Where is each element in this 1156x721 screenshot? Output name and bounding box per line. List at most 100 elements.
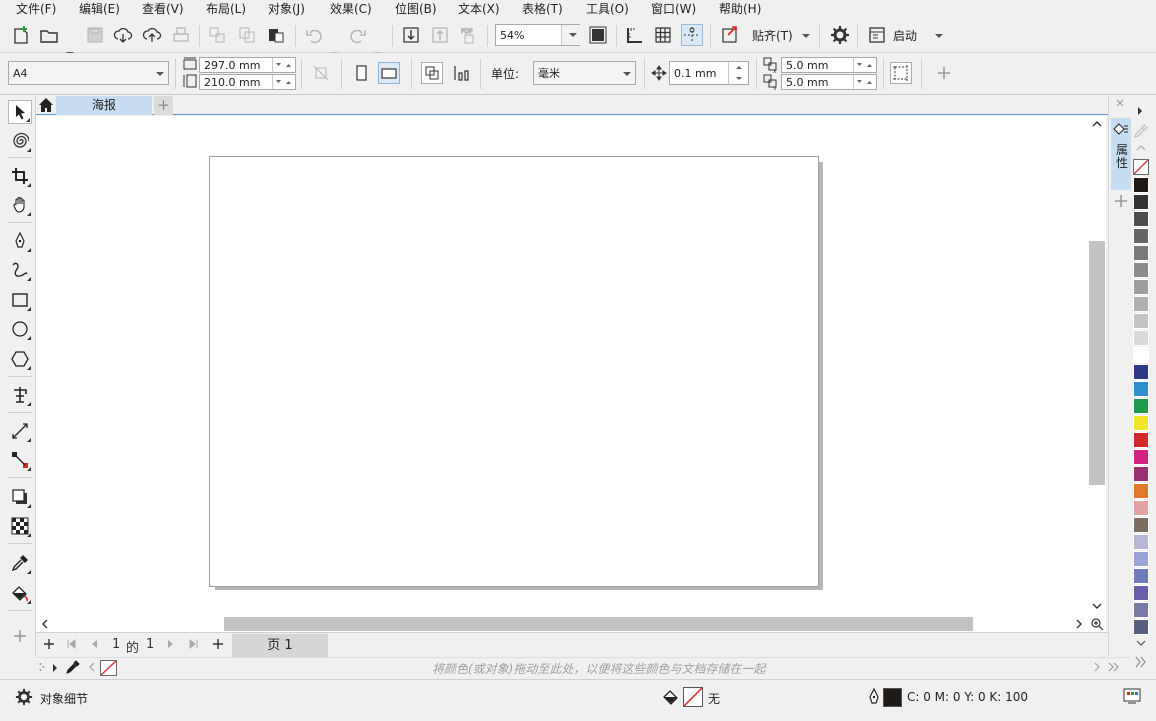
nudge-distance-spinner[interactable] <box>728 62 750 84</box>
pen-tool-icon[interactable] <box>8 229 32 253</box>
treat-as-filled-icon[interactable] <box>890 62 912 84</box>
outline-color-swatch[interactable] <box>883 688 902 707</box>
tab-poster[interactable]: 海报 <box>56 96 152 115</box>
scroll-up-icon[interactable] <box>1091 119 1103 129</box>
object-details-gear-icon[interactable] <box>15 688 33 706</box>
page-width-spinner[interactable] <box>272 58 294 72</box>
snap-to-dropdown-icon[interactable] <box>802 34 810 38</box>
previous-page-icon[interactable] <box>89 639 99 649</box>
palette-swatch[interactable] <box>1133 347 1149 363</box>
home-tab-icon[interactable] <box>38 97 54 113</box>
unit-dropdown-icon[interactable] <box>623 72 631 76</box>
palette-scroll-left-icon[interactable] <box>88 662 96 672</box>
launch-dropdown-icon[interactable] <box>935 34 943 38</box>
palette-swatch[interactable] <box>1133 313 1149 329</box>
show-grid-icon[interactable] <box>652 24 674 46</box>
last-page-icon[interactable] <box>189 639 199 649</box>
palette-swatch[interactable] <box>1133 483 1149 499</box>
palette-swatch[interactable] <box>1133 602 1149 618</box>
docker-tab-properties[interactable]: 属性 <box>1111 118 1131 190</box>
export-icon[interactable] <box>429 24 451 46</box>
fill-none-swatch[interactable] <box>683 687 703 707</box>
menu-layout[interactable]: 布局(L) <box>206 0 246 18</box>
interactive-fill-tool-icon[interactable] <box>8 581 32 605</box>
vertical-scrollbar[interactable] <box>1088 116 1106 616</box>
new-tab-button[interactable]: + <box>154 96 173 115</box>
horizontal-scrollbar[interactable] <box>36 616 1106 632</box>
palette-swatch[interactable] <box>1133 296 1149 312</box>
transparency-tool-icon[interactable] <box>8 514 32 538</box>
eyedropper-tool-icon[interactable] <box>8 551 32 575</box>
page-height-spinner[interactable] <box>272 75 294 89</box>
palette-swatch[interactable] <box>1133 619 1149 635</box>
palette-swatch[interactable] <box>1133 279 1149 295</box>
palette-swatch[interactable] <box>1133 194 1149 210</box>
zoom-dropdown-button[interactable] <box>561 25 583 45</box>
palette-eyedropper-icon[interactable] <box>1134 124 1148 138</box>
palette-swatch[interactable] <box>1133 568 1149 584</box>
duplicate-x-spinner[interactable] <box>853 58 875 72</box>
redo-icon[interactable] <box>347 24 369 46</box>
add-property-icon[interactable] <box>933 62 955 84</box>
palette-swatch[interactable] <box>1133 228 1149 244</box>
menu-edit[interactable]: 编辑(E) <box>79 0 120 18</box>
page-size-dropdown-icon[interactable] <box>156 72 164 76</box>
palette-swatch[interactable] <box>1133 398 1149 414</box>
object-details-label[interactable]: 对象细节 <box>40 690 88 707</box>
landscape-icon[interactable] <box>378 62 400 84</box>
palette-swatch[interactable] <box>1133 585 1149 601</box>
palette-swatch[interactable] <box>1133 381 1149 397</box>
cloud-import-icon[interactable] <box>112 24 134 46</box>
palette-scroll-up-icon[interactable] <box>1135 144 1147 152</box>
undo-icon[interactable] <box>303 24 325 46</box>
menu-help[interactable]: 帮助(H) <box>719 0 761 18</box>
vertical-scroll-thumb[interactable] <box>1089 241 1105 485</box>
spiral-tool-icon[interactable] <box>8 129 32 153</box>
save-icon[interactable] <box>84 24 106 46</box>
unit-select[interactable]: 毫米 <box>533 61 636 85</box>
text-tool-icon[interactable] <box>8 383 32 407</box>
palette-swatch[interactable] <box>1133 245 1149 261</box>
docker-close-icon[interactable] <box>1115 98 1125 108</box>
menu-text[interactable]: 文本(X) <box>458 0 500 18</box>
drop-shadow-tool-icon[interactable] <box>8 485 32 509</box>
full-screen-icon[interactable] <box>587 24 609 46</box>
launch-label[interactable]: 启动 <box>893 27 917 44</box>
page-size-select[interactable]: A4 <box>8 61 169 85</box>
launch-app-icon[interactable] <box>866 24 888 46</box>
docker-add-icon[interactable] <box>1114 194 1128 208</box>
no-color-swatch[interactable] <box>100 660 117 676</box>
polygon-tool-icon[interactable] <box>8 347 32 371</box>
add-tool-icon[interactable] <box>8 624 32 648</box>
palette-swatch[interactable] <box>1133 551 1149 567</box>
show-rulers-icon[interactable] <box>624 24 646 46</box>
menu-tools[interactable]: 工具(O) <box>586 0 629 18</box>
palette-options-icon[interactable] <box>1135 656 1147 668</box>
crop-tool-icon[interactable] <box>8 164 32 188</box>
menu-effects[interactable]: 效果(C) <box>330 0 372 18</box>
menu-bitmaps[interactable]: 位图(B) <box>395 0 437 18</box>
palette-flyout-icon[interactable] <box>1136 106 1144 116</box>
palette-swatch[interactable] <box>1133 415 1149 431</box>
export-pdf-icon[interactable]: PDF <box>458 24 480 46</box>
palette-scroll-right-icon[interactable] <box>1093 662 1101 672</box>
new-document-icon[interactable] <box>10 24 32 46</box>
document-page[interactable] <box>209 156 819 587</box>
menu-object[interactable]: 对象(J) <box>268 0 305 18</box>
scroll-down-icon[interactable] <box>1091 601 1103 611</box>
rectangle-tool-icon[interactable] <box>8 288 32 312</box>
snap-off-icon[interactable] <box>719 24 741 46</box>
palette-swatch[interactable] <box>1133 534 1149 550</box>
copy-icon[interactable] <box>236 24 258 46</box>
document-palette-eyedropper-icon[interactable] <box>66 660 80 674</box>
cloud-export-icon[interactable] <box>141 24 163 46</box>
paste-icon[interactable] <box>265 24 287 46</box>
freehand-tool-icon[interactable] <box>8 258 32 282</box>
import-icon[interactable] <box>400 24 422 46</box>
page-tab-1[interactable]: 页 1 <box>232 634 328 657</box>
print-icon[interactable] <box>170 24 192 46</box>
palette-scroll-down-icon[interactable] <box>1135 639 1147 647</box>
menu-window[interactable]: 窗口(W) <box>651 0 696 18</box>
color-proof-icon[interactable] <box>1123 688 1141 704</box>
cut-icon[interactable] <box>206 24 228 46</box>
